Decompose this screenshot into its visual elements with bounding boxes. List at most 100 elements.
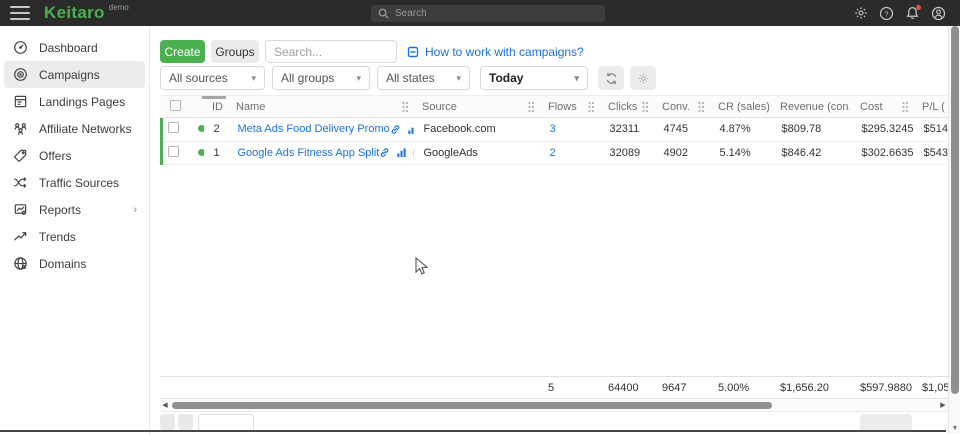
column-header-source[interactable]: Source	[412, 96, 538, 118]
campaign-link-icon[interactable]	[379, 147, 390, 158]
row-checkbox[interactable]	[168, 146, 179, 157]
campaign-name-link[interactable]: Meta Ads Food Delivery Promo	[238, 123, 390, 135]
flows-link[interactable]: 3	[550, 123, 556, 135]
domains-icon	[12, 256, 28, 272]
user-avatar-icon[interactable]	[931, 6, 946, 21]
campaign-stats-icon[interactable]	[407, 124, 414, 135]
sidebar-item-landings-pages[interactable]: Landings Pages	[4, 88, 145, 115]
table-row[interactable]: 2 Meta Ads Food Delivery Promo •••	[162, 118, 949, 141]
status-active-dot	[198, 125, 204, 132]
status-active-dot	[198, 149, 204, 156]
settings-gear-icon[interactable]	[853, 6, 868, 21]
groups-button[interactable]: Groups	[211, 40, 259, 63]
sources-filter-value: All sources	[169, 71, 228, 85]
totals-conv: 9647	[652, 377, 708, 399]
campaign-link-icon[interactable]	[390, 124, 401, 135]
table-body: 2 Meta Ads Food Delivery Promo •••	[160, 118, 948, 165]
vertical-scrollbar[interactable]: ▼	[948, 26, 960, 434]
totals-pl: $1,05	[912, 377, 948, 399]
cost-value: $302.6635	[852, 141, 914, 164]
campaign-name-link[interactable]: Google Ads Fitness App Split	[238, 147, 380, 159]
table-totals-row: 5 64400 9647 5.00% $1,656.20 $597.9880 $…	[160, 376, 948, 399]
scroll-right-arrow-icon[interactable]: ▶	[938, 399, 948, 412]
cost-value: $295.3245	[852, 118, 914, 141]
column-drag-handle-icon[interactable]	[527, 101, 538, 113]
sidebar-item-label: Campaigns	[39, 68, 100, 82]
offers-icon	[12, 148, 28, 164]
global-search-input[interactable]	[395, 8, 598, 19]
sidebar-item-label: Landings Pages	[39, 95, 125, 109]
chevron-down-icon: ▾	[456, 73, 461, 84]
column-drag-handle-icon[interactable]	[697, 101, 708, 113]
refresh-button[interactable]	[598, 66, 624, 90]
select-all-checkbox[interactable]	[170, 100, 181, 111]
topbar: Keitaro demo ?	[0, 0, 960, 26]
column-header-clicks[interactable]: Clicks	[598, 96, 652, 118]
groups-filter-select[interactable]: All groups ▾	[272, 66, 370, 90]
horizontal-scrollbar[interactable]: ◀ ▶	[160, 399, 948, 412]
scroll-down-arrow-icon[interactable]: ▼	[949, 425, 960, 432]
vertical-scroll-thumb[interactable]	[951, 26, 959, 394]
date-range-select[interactable]: Today ▾	[480, 66, 588, 90]
column-drag-handle-icon[interactable]	[901, 101, 912, 113]
column-header-revenue[interactable]: Revenue (con...	[770, 96, 850, 118]
column-header-name[interactable]: Name	[226, 96, 412, 118]
status-column-header	[186, 96, 202, 118]
help-link-wrap[interactable]: How to work with campaigns?	[407, 45, 584, 59]
sidebar-item-label: Offers	[39, 149, 71, 163]
scroll-left-arrow-icon[interactable]: ◀	[160, 399, 170, 412]
column-drag-handle-icon[interactable]	[401, 101, 412, 113]
column-drag-handle-icon[interactable]	[641, 101, 652, 113]
sidebar-item-offers[interactable]: Offers	[4, 142, 145, 169]
sidebar-item-trends[interactable]: Trends	[4, 223, 145, 250]
sidebar-item-domains[interactable]: Domains	[4, 250, 145, 277]
sidebar-item-traffic-sources[interactable]: Traffic Sources	[4, 169, 145, 196]
refresh-icon	[605, 72, 618, 85]
conv-value: 4745	[654, 118, 710, 141]
table-settings-button[interactable]	[630, 66, 656, 90]
horizontal-scroll-thumb[interactable]	[172, 402, 772, 409]
campaign-search-input[interactable]	[265, 40, 397, 63]
totals-cr: 5.00%	[708, 377, 770, 399]
column-header-conv[interactable]: Conv.	[652, 96, 708, 118]
landings-pages-icon	[12, 94, 28, 110]
campaigns-icon	[12, 67, 28, 83]
help-link[interactable]: How to work with campaigns?	[425, 45, 584, 59]
sidebar-item-label: Reports	[39, 203, 81, 217]
app-window: Keitaro demo ? Dashbo	[0, 0, 960, 434]
svg-text:?: ?	[884, 9, 888, 18]
pl-value: $543	[914, 141, 949, 164]
column-header-cost[interactable]: Cost	[850, 96, 912, 118]
column-drag-handle-icon[interactable]	[587, 101, 598, 113]
groups-filter-value: All groups	[281, 71, 334, 85]
campaign-source: Facebook.com	[414, 118, 540, 141]
sources-filter-select[interactable]: All sources ▾	[160, 66, 265, 90]
column-header-cr-sales[interactable]: CR (sales)	[708, 96, 770, 118]
campaign-stats-icon[interactable]	[396, 147, 407, 158]
totals-cost: $597.9880	[850, 377, 912, 399]
date-range-value: Today	[489, 71, 523, 85]
states-filter-select[interactable]: All states ▾	[377, 66, 470, 90]
notifications-bell-icon[interactable]	[905, 6, 920, 21]
hamburger-menu-icon[interactable]	[10, 6, 30, 20]
column-header-id[interactable]: ID	[202, 96, 226, 118]
sidebar-item-label: Domains	[39, 257, 86, 271]
create-button[interactable]: Create	[160, 40, 205, 63]
sidebar-item-reports[interactable]: Reports ›	[4, 196, 145, 223]
toolbar: Create Groups How to work with campaigns…	[160, 40, 960, 63]
sidebar-item-dashboard[interactable]: Dashboard	[4, 34, 145, 61]
pagination-next-button[interactable]	[178, 414, 193, 430]
pagination-prev-button[interactable]	[160, 414, 175, 430]
flows-link[interactable]: 2	[550, 147, 556, 159]
dashboard-icon	[12, 40, 28, 56]
row-checkbox[interactable]	[168, 122, 179, 133]
global-search[interactable]	[371, 5, 605, 22]
horizontal-scroll-track[interactable]	[170, 401, 938, 410]
sidebar-item-campaigns[interactable]: Campaigns	[4, 61, 145, 88]
table-row[interactable]: 1 Google Ads Fitness App Split •••	[162, 141, 949, 164]
help-icon[interactable]: ?	[879, 6, 894, 21]
sidebar-item-affiliate-networks[interactable]: Affiliate Networks	[4, 115, 145, 142]
column-header-flows[interactable]: Flows	[538, 96, 598, 118]
table-empty-area	[160, 165, 948, 377]
column-header-pl[interactable]: P/L (	[912, 96, 948, 118]
